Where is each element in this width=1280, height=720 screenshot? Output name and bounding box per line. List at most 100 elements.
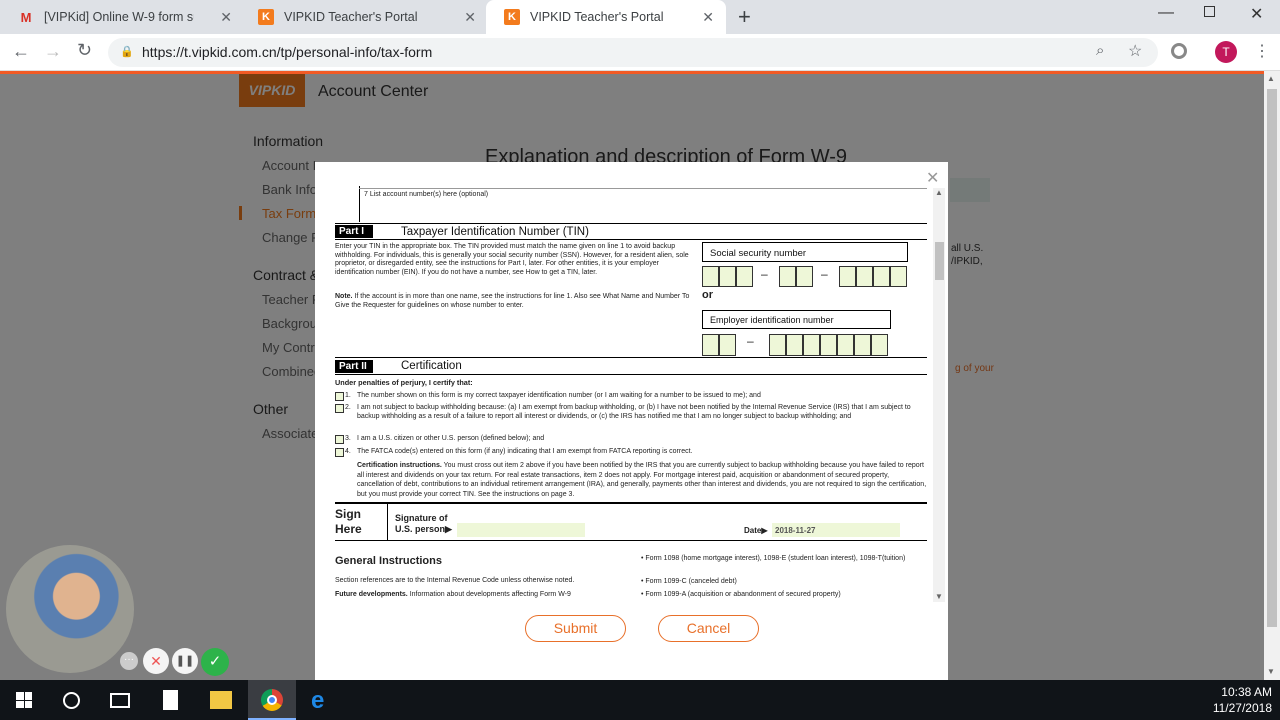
ssn-digit-box[interactable]	[796, 266, 813, 287]
form-scrollbar[interactable]: ▲ ▼	[933, 188, 945, 602]
ein-digit-box[interactable]	[837, 334, 854, 356]
discard-icon[interactable]: ✕	[143, 648, 169, 674]
cert-item-4: The FATCA code(s) entered on this form (…	[357, 448, 693, 455]
cert-instructions: Certification instructions. You must cro…	[357, 462, 927, 498]
ein-digit-box[interactable]	[871, 334, 888, 356]
windows-start-icon[interactable]	[16, 692, 32, 708]
future-developments: Future developments. Information about d…	[335, 591, 571, 598]
vipkid-icon: K	[258, 9, 274, 25]
tab-strip: M [VIPKid] Online W-9 form submis ✕ K VI…	[0, 0, 1280, 34]
close-tab-icon[interactable]: ✕	[220, 9, 232, 26]
ssn-digit-box[interactable]	[736, 266, 753, 287]
scroll-thumb[interactable]	[935, 242, 944, 280]
account-number-label: 7 List account number(s) here (optional)	[364, 191, 489, 198]
zoom-icon[interactable]: ⌕	[1096, 42, 1104, 59]
tab-gmail[interactable]: M [VIPKid] Online W-9 form submis ✕	[0, 0, 244, 34]
date-label: Date▶	[744, 526, 768, 535]
menu-icon[interactable]: ⋮	[1254, 41, 1270, 61]
new-tab-icon[interactable]: +	[738, 4, 751, 30]
ssn-digit-box[interactable]	[702, 266, 719, 287]
windows-taskbar: e 10:38 AM 11/27/2018	[0, 680, 1280, 720]
close-tab-icon[interactable]: ✕	[464, 9, 476, 26]
ein-digit-box[interactable]	[803, 334, 820, 356]
scroll-up-icon[interactable]: ▲	[1267, 74, 1275, 83]
ein-digit-box[interactable]	[702, 334, 719, 356]
extension-icon[interactable]	[1171, 43, 1187, 59]
gmail-icon: M	[20, 9, 32, 25]
ein-digit-box[interactable]	[820, 334, 837, 356]
lock-icon: 🔒	[120, 46, 134, 58]
restore-icon[interactable]	[1204, 6, 1215, 17]
or-label: or	[702, 289, 713, 301]
ssn-digit-box[interactable]	[890, 266, 907, 287]
item2-checkbox[interactable]	[335, 404, 344, 413]
close-window-icon[interactable]: ✕	[1250, 4, 1263, 24]
form-scroll-area: 7 List account number(s) here (optional)…	[335, 186, 927, 598]
reload-icon[interactable]: ↻	[77, 40, 92, 61]
minimize-icon[interactable]: —	[1158, 4, 1174, 22]
general-instructions-title: General Instructions	[335, 555, 442, 567]
item3-checkbox[interactable]	[335, 435, 344, 444]
part1-tag: Part I	[335, 225, 373, 238]
webcam-avatar	[6, 545, 134, 673]
system-clock[interactable]: 10:38 AM 11/27/2018	[1200, 684, 1272, 716]
part2-tag: Part II	[335, 360, 373, 373]
task-view-icon[interactable]	[110, 693, 130, 708]
submit-button[interactable]: Submit	[525, 615, 626, 642]
bookmark-star-icon[interactable]: ☆	[1128, 41, 1142, 61]
part2-title: Certification	[401, 360, 462, 372]
ein-digit-box[interactable]	[719, 334, 736, 356]
address-bar: ← → ↻ 🔒 https://t.vipkid.com.cn/tp/perso…	[0, 34, 1280, 71]
ssn-digit-box[interactable]	[839, 266, 856, 287]
signature-field[interactable]	[457, 523, 585, 537]
cancel-button[interactable]: Cancel	[658, 615, 759, 642]
ein-digit-box[interactable]	[769, 334, 786, 356]
edge-icon[interactable]: e	[311, 687, 324, 715]
signature-label: Signature of U.S. person▶	[395, 513, 452, 534]
right-list-item: • Form 1099-A (acquisition or abandonmen…	[641, 591, 841, 598]
ein-label: Employer identification number	[702, 310, 891, 329]
ssn-digit-box[interactable]	[856, 266, 873, 287]
page-scroll-thumb[interactable]	[1267, 89, 1277, 627]
profile-avatar[interactable]: T	[1215, 41, 1237, 63]
cert-item-3: I am a U.S. citizen or other U.S. person…	[357, 435, 545, 442]
chrome-taskbar-button[interactable]	[248, 680, 296, 720]
general-text: Section references are to the Internal R…	[335, 577, 575, 584]
ssn-digit-box[interactable]	[719, 266, 736, 287]
scroll-down-icon[interactable]: ▼	[1267, 667, 1275, 676]
part1-note: Note. If the account is in more than one…	[335, 293, 690, 309]
cert-item-2: I am not subject to backup withholding b…	[357, 404, 911, 420]
right-list-item: • Form 1098 (home mortgage interest), 10…	[641, 555, 906, 562]
date-field[interactable]: 2018-11-27	[772, 523, 900, 537]
tab-vipkid-1[interactable]: K VIPKID Teacher's Portal ✕	[240, 0, 488, 34]
right-list-item: • Form 1099-C (canceled debt)	[641, 578, 737, 585]
penalties-text: Under penalties of perjury, I certify th…	[335, 378, 473, 387]
file-explorer-icon[interactable]	[210, 691, 232, 709]
chrome-icon	[261, 689, 283, 711]
ssn-label: Social security number	[702, 242, 908, 262]
ein-digit-box[interactable]	[786, 334, 803, 356]
ssn-digit-box[interactable]	[873, 266, 890, 287]
notepad-icon[interactable]	[163, 690, 178, 710]
page-scrollbar[interactable]: ▲ ▼	[1264, 71, 1280, 680]
confirm-icon[interactable]: ✓	[201, 648, 229, 676]
scroll-up-icon[interactable]: ▲	[935, 188, 943, 197]
part1-title: Taxpayer Identification Number (TIN)	[401, 226, 589, 238]
back-icon[interactable]: ←	[12, 41, 30, 62]
url-field[interactable]: 🔒 https://t.vipkid.com.cn/tp/personal-in…	[108, 38, 1158, 67]
more-icon[interactable]: ···	[120, 652, 138, 670]
forward-icon[interactable]: →	[44, 41, 62, 62]
pause-icon[interactable]: ❚❚	[172, 648, 198, 674]
close-tab-icon[interactable]: ✕	[702, 9, 714, 26]
sign-here-label: Sign Here	[335, 507, 362, 536]
scroll-down-icon[interactable]: ▼	[935, 592, 943, 601]
cortana-icon[interactable]	[63, 692, 80, 709]
ssn-digit-box[interactable]	[779, 266, 796, 287]
close-modal-icon[interactable]: ✕	[926, 168, 939, 188]
item1-checkbox[interactable]	[335, 392, 344, 401]
cert-item-1: The number shown on this form is my corr…	[357, 392, 761, 399]
tab-vipkid-active[interactable]: K VIPKID Teacher's Portal ✕	[486, 0, 726, 34]
item4-checkbox[interactable]	[335, 448, 344, 457]
vipkid-icon: K	[504, 9, 520, 25]
ein-digit-box[interactable]	[854, 334, 871, 356]
